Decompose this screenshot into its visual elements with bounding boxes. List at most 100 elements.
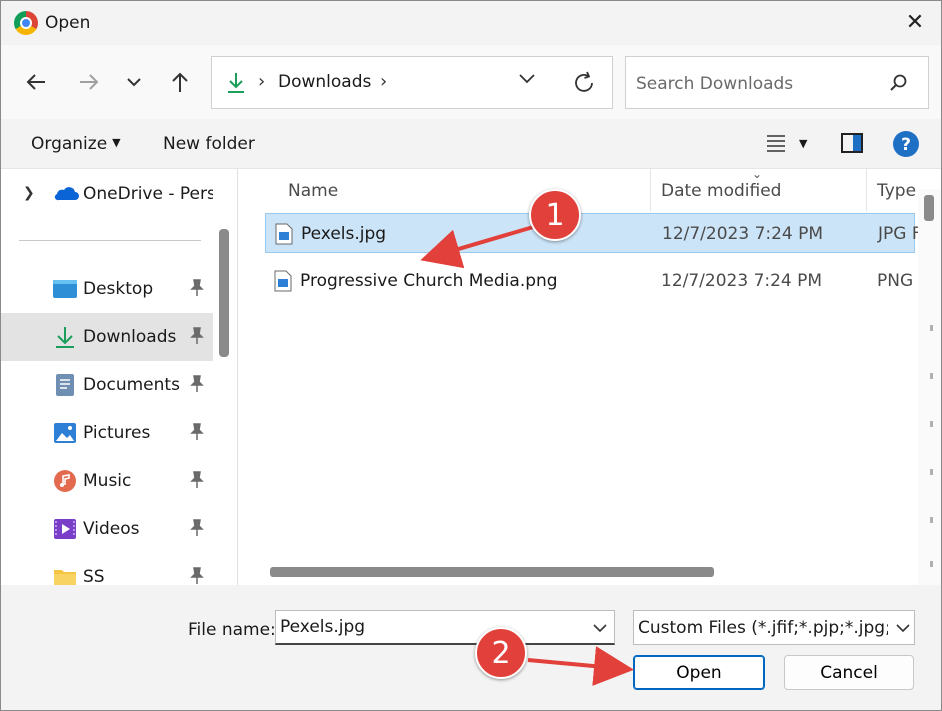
file-type: JPG F [878, 224, 922, 244]
file-type: PNG [877, 271, 914, 291]
column-header-type[interactable]: Type [877, 181, 916, 201]
pin-icon [190, 567, 204, 584]
file-name-input[interactable] [275, 610, 615, 645]
new-folder-button[interactable]: New folder [163, 134, 255, 154]
file-date: 12/7/2023 7:24 PM [662, 224, 824, 244]
column-divider[interactable] [866, 169, 867, 211]
scroll-tick [930, 517, 933, 523]
nav-item-pictures[interactable]: Pictures [1, 409, 213, 457]
pin-icon [190, 519, 204, 536]
pin-icon [190, 279, 204, 296]
nav-pane-scrollbar[interactable] [219, 229, 229, 357]
svg-text:?: ? [901, 135, 911, 155]
nav-item-onedrive[interactable]: ❯ OneDrive - Perso [1, 173, 213, 213]
sort-chevron-icon: ⌄ [752, 169, 763, 181]
pin-icon [190, 423, 204, 440]
back-button[interactable] [21, 67, 51, 97]
search-placeholder[interactable]: Search Downloads [636, 74, 793, 94]
file-name: Pexels.jpg [301, 224, 387, 244]
preview-pane-icon[interactable] [841, 133, 863, 153]
music-icon [54, 470, 76, 492]
videos-icon [54, 519, 76, 539]
dialog-title: Open [45, 13, 91, 33]
file-name: Progressive Church Media.png [300, 271, 558, 291]
pin-icon [190, 471, 204, 488]
file-list-pane: Name ⌄ Date modified Type Pexels.jpg 12/… [237, 169, 941, 585]
nav-item-desktop[interactable]: Desktop [1, 265, 213, 313]
documents-icon [56, 374, 74, 396]
chevron-down-icon[interactable] [518, 73, 536, 85]
recent-locations-button[interactable] [119, 67, 149, 97]
file-type-filter-value: Custom Files (*.jfif;*.pjp;*.jpg;*.p [638, 618, 888, 638]
scroll-tick [930, 561, 933, 567]
download-icon [56, 327, 74, 348]
desktop-icon [53, 280, 77, 298]
organize-button[interactable]: Organize ▼ [31, 134, 121, 154]
pin-icon [190, 327, 204, 344]
address-bar[interactable]: › Downloads › [211, 56, 613, 109]
column-header-name[interactable]: Name [288, 181, 338, 201]
chrome-icon [14, 11, 38, 35]
folder-icon [54, 570, 76, 585]
file-row[interactable]: Pexels.jpg 12/7/2023 7:24 PM JPG F [265, 213, 922, 253]
file-type-filter[interactable]: Custom Files (*.jfif;*.pjp;*.jpg;*.p [633, 610, 915, 645]
refresh-icon[interactable] [572, 71, 596, 95]
search-box[interactable]: Search Downloads [625, 56, 929, 109]
navigation-pane: ❯ OneDrive - Perso Desktop Downloads Doc… [1, 169, 237, 585]
nav-item-documents[interactable]: Documents [1, 361, 213, 409]
scroll-tick [930, 373, 933, 379]
annotation-badge-2: 2 [475, 627, 527, 679]
command-bar: Organize ▼ New folder ▼ [1, 119, 941, 169]
chevron-down-icon [896, 624, 910, 633]
caret-down-icon: ▼ [112, 136, 121, 149]
file-list-vertical-scrollbar[interactable] [918, 189, 941, 585]
image-file-icon [274, 270, 292, 292]
arrow-left-icon [26, 74, 45, 90]
onedrive-cloud-icon [54, 187, 79, 201]
open-file-dialog: Open ✕ › Downloads › Search Downloads Or… [0, 0, 942, 711]
scroll-tick [930, 421, 933, 427]
file-list-horizontal-scrollbar[interactable] [270, 567, 714, 577]
pictures-icon [54, 423, 76, 443]
cancel-button[interactable]: Cancel [784, 655, 914, 690]
column-divider[interactable] [650, 169, 651, 211]
nav-item-ss[interactable]: SS [1, 553, 213, 585]
file-row[interactable]: Progressive Church Media.png 12/7/2023 7… [265, 261, 915, 301]
image-file-icon [275, 223, 293, 245]
chevron-right-icon[interactable]: ❯ [23, 185, 35, 201]
nav-item-label: OneDrive - Perso [83, 184, 213, 204]
title-bar: Open ✕ [1, 1, 941, 45]
view-options-icon[interactable] [765, 133, 787, 153]
nav-item-music[interactable]: Music [1, 457, 213, 505]
arrow-right-icon [80, 74, 99, 90]
open-button[interactable]: Open [633, 655, 765, 690]
nav-item-videos[interactable]: Videos [1, 505, 213, 553]
nav-item-downloads[interactable]: Downloads [1, 313, 213, 361]
nav-item-label: Documents [83, 375, 180, 395]
chevron-down-icon[interactable] [593, 623, 607, 633]
nav-item-label: Music [83, 471, 132, 491]
caret-down-icon[interactable]: ▼ [799, 137, 807, 150]
scroll-tick [930, 469, 933, 475]
breadcrumb-separator: › [258, 71, 266, 92]
dialog-footer: File name: Custom Files (*.jfif;*.pjp;*.… [1, 585, 941, 710]
nav-item-label: Desktop [83, 279, 154, 299]
help-icon[interactable]: ? [892, 130, 920, 158]
file-name-label: File name: [188, 620, 276, 640]
nav-item-label: Pictures [83, 423, 151, 443]
scroll-tick [930, 325, 933, 331]
file-date: 12/7/2023 7:24 PM [661, 271, 823, 291]
nav-item-label: Videos [83, 519, 140, 539]
column-header-date-modified[interactable]: Date modified [661, 181, 781, 201]
navigation-bar: › Downloads › Search Downloads [1, 45, 941, 119]
up-button[interactable] [165, 67, 195, 97]
breadcrumb-separator[interactable]: › [380, 71, 387, 92]
search-icon[interactable] [888, 73, 908, 93]
nav-item-label: Downloads [83, 327, 177, 347]
close-button[interactable]: ✕ [901, 9, 929, 37]
scrollbar-thumb[interactable] [924, 195, 934, 221]
arrow-up-icon [172, 72, 188, 92]
nav-divider [19, 240, 201, 241]
forward-button[interactable] [74, 67, 104, 97]
breadcrumb-downloads[interactable]: Downloads [278, 72, 371, 92]
